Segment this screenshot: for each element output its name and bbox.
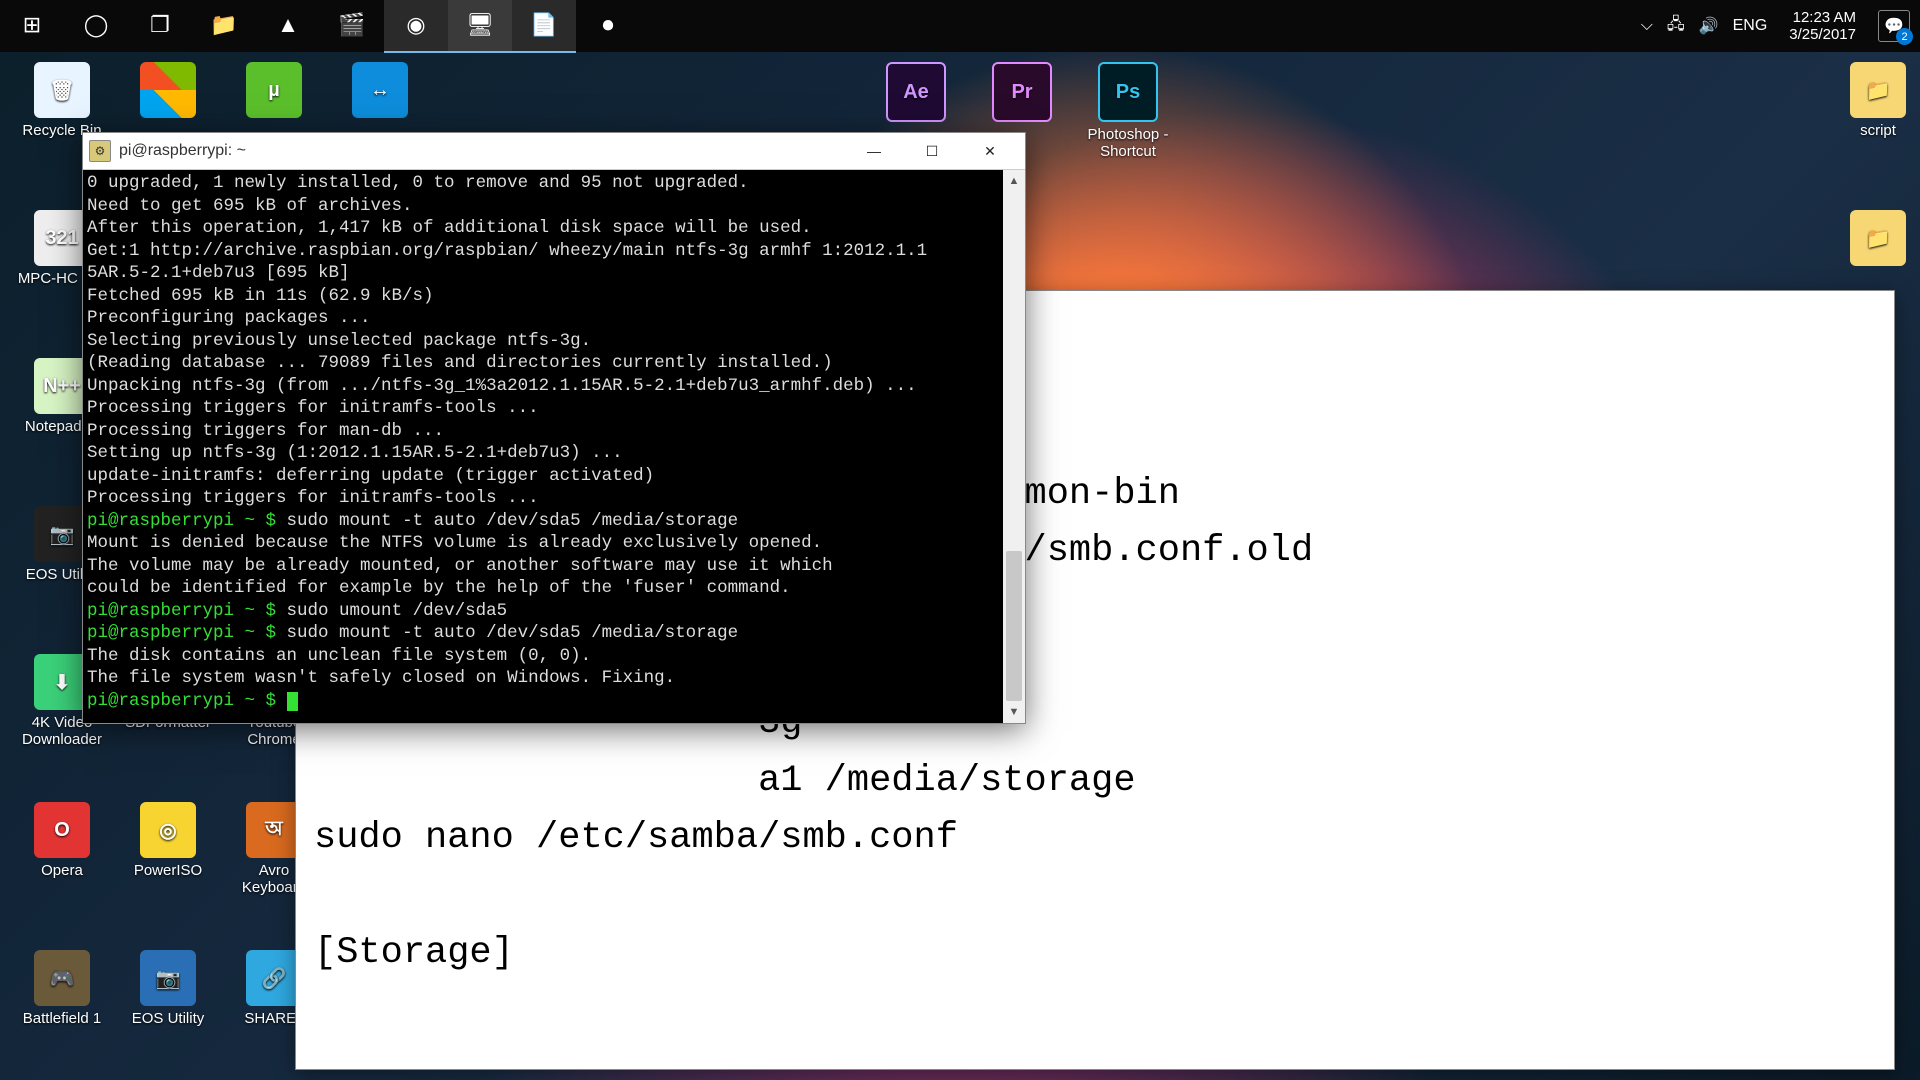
desktop-icon-utorrent[interactable]: µ	[226, 62, 322, 122]
putty-minimize-button[interactable]: —	[845, 134, 903, 168]
script-folder-icon: 📁	[1850, 62, 1906, 118]
desktop-icon-recycle-bin[interactable]: 🗑Recycle Bin	[14, 62, 110, 139]
terminal-line: update-initramfs: deferring update (trig…	[87, 465, 999, 488]
premiere-icon: Pr	[992, 62, 1052, 122]
desktop-icon-teamviewer[interactable]: ↔	[332, 62, 428, 122]
desktop-icon-photoshop[interactable]: Ps Photoshop - Shortcut	[1080, 62, 1176, 160]
battlefield1-label: Battlefield 1	[14, 1010, 110, 1027]
chrome-button[interactable]: ◉	[384, 0, 448, 53]
utorrent-icon: µ	[246, 62, 302, 118]
photoshop-label: Photoshop - Shortcut	[1080, 126, 1176, 160]
desktop-icon-premiere[interactable]: Pr	[974, 62, 1070, 126]
terminal-line: Unpacking ntfs-3g (from .../ntfs-3g_1%3a…	[87, 375, 999, 398]
teamviewer-icon: ↔	[352, 62, 408, 118]
terminal-line: Need to get 695 kB of archives.	[87, 195, 999, 218]
desktop-icon-opera[interactable]: O Opera	[14, 802, 110, 879]
clock-date: 3/25/2017	[1789, 26, 1856, 43]
script-folder-label: script	[1830, 122, 1920, 139]
terminal-line: The disk contains an unclean file system…	[87, 645, 999, 668]
desktop-icon-battlefield1[interactable]: 🎮 Battlefield 1	[14, 950, 110, 1027]
mpc-button[interactable]: 🎬	[320, 0, 384, 51]
shareit-icon: 🔗	[246, 950, 302, 1006]
language-indicator[interactable]: ENG	[1733, 17, 1768, 35]
scroll-thumb[interactable]	[1006, 551, 1022, 701]
terminal-line: pi@raspberrypi ~ $ sudo umount /dev/sda5	[87, 600, 999, 623]
terminal-line: Fetched 695 kB in 11s (62.9 kB/s)	[87, 285, 999, 308]
terminal-line: (Reading database ... 79089 files and di…	[87, 352, 999, 375]
scroll-up-arrow[interactable]: ▲	[1003, 170, 1025, 192]
network-icon[interactable]: 🖧	[1667, 13, 1685, 40]
terminal-line: Preconfiguring packages ...	[87, 307, 999, 330]
after-effects-icon: Ae	[886, 62, 946, 122]
volume-icon[interactable]: 🔊	[1699, 16, 1719, 36]
terminal-line: 0 upgraded, 1 newly installed, 0 to remo…	[87, 172, 999, 195]
taskbar-clock[interactable]: 12:23 AM 3/25/2017	[1781, 9, 1864, 43]
putty-title-text: pi@raspberrypi: ~	[119, 142, 246, 160]
desktop-icon-eos-utility-2[interactable]: 📷 EOS Utility	[120, 950, 216, 1027]
terminal-line: After this operation, 1,417 kB of additi…	[87, 217, 999, 240]
terminal-line: Selecting previously unselected package …	[87, 330, 999, 353]
start-button[interactable]: ⊞	[0, 0, 64, 51]
action-center-button[interactable]: 💬 2	[1878, 10, 1910, 42]
putty-window[interactable]: ⚙ pi@raspberrypi: ~ — ☐ ✕ 0 upgraded, 1 …	[82, 132, 1026, 724]
taskbar[interactable]: ⊞◯❐📁▲🎬◉🖥📄⏺ ⌵ 🖧 🔊 ENG 12:23 AM 3/25/2017 …	[0, 0, 1920, 52]
scroll-track[interactable]	[1003, 192, 1025, 701]
terminal-line: Mount is denied because the NTFS volume …	[87, 532, 999, 555]
recycle-bin-icon: 🗑	[34, 62, 90, 118]
terminal-line: could be identified for example by the h…	[87, 577, 999, 600]
terminal-line: Setting up ntfs-3g (1:2012.1.15AR.5-2.1+…	[87, 442, 999, 465]
terminal-line: Processing triggers for initramfs-tools …	[87, 397, 999, 420]
putty-close-button[interactable]: ✕	[961, 134, 1019, 168]
eos-utility-2-icon: 📷	[140, 950, 196, 1006]
explorer-button[interactable]: 📁	[192, 0, 256, 51]
putty-button[interactable]: 🖥	[448, 0, 512, 53]
clock-time: 12:23 AM	[1789, 9, 1856, 26]
taskview-button[interactable]: ❐	[128, 0, 192, 51]
terminal-scrollbar[interactable]: ▲ ▼	[1003, 170, 1025, 723]
desktop-icon-ms-tiles[interactable]	[120, 62, 216, 122]
vlc-button[interactable]: ▲	[256, 0, 320, 51]
terminal-line: pi@raspberrypi ~ $ sudo mount -t auto /d…	[87, 622, 999, 645]
terminal-line: pi@raspberrypi ~ $	[87, 690, 999, 713]
poweriso-icon: ◎	[140, 802, 196, 858]
terminal-line: pi@raspberrypi ~ $ sudo mount -t auto /d…	[87, 510, 999, 533]
desktop-icon-after-effects[interactable]: Ae	[868, 62, 964, 126]
putty-maximize-button[interactable]: ☐	[903, 134, 961, 168]
folder-2-icon: 📁	[1850, 210, 1906, 266]
cortana-button[interactable]: ◯	[64, 0, 128, 51]
scroll-down-arrow[interactable]: ▼	[1003, 701, 1025, 723]
terminal-line: Processing triggers for initramfs-tools …	[87, 487, 999, 510]
battlefield1-icon: 🎮	[34, 950, 90, 1006]
system-tray[interactable]: ⌵ 🖧 🔊 ENG 12:23 AM 3/25/2017 💬 2	[1631, 9, 1920, 43]
opera-label: Opera	[14, 862, 110, 879]
notepad-button[interactable]: 📄	[512, 0, 576, 53]
ms-tiles-icon	[140, 62, 196, 118]
desktop-icon-script-folder[interactable]: 📁 script	[1830, 62, 1920, 139]
tray-chevron-icon[interactable]: ⌵	[1641, 17, 1653, 35]
poweriso-label: PowerISO	[120, 862, 216, 879]
terminal-line: Get:1 http://archive.raspbian.org/raspbi…	[87, 240, 999, 263]
terminal-line: Processing triggers for man-db ...	[87, 420, 999, 443]
terminal-line: 5AR.5-2.1+deb7u3 [695 kB]	[87, 262, 999, 285]
avro-icon: অ	[246, 802, 302, 858]
notification-badge: 2	[1896, 28, 1913, 45]
eos-utility-2-label: EOS Utility	[120, 1010, 216, 1027]
putty-titlebar[interactable]: ⚙ pi@raspberrypi: ~ — ☐ ✕	[83, 133, 1025, 170]
terminal-line: The volume may be already mounted, or an…	[87, 555, 999, 578]
putty-icon: ⚙	[89, 140, 111, 162]
desktop-icon-poweriso[interactable]: ◎ PowerISO	[120, 802, 216, 879]
opera-icon: O	[34, 802, 90, 858]
photoshop-icon: Ps	[1098, 62, 1158, 122]
terminal-line: The file system wasn't safely closed on …	[87, 667, 999, 690]
terminal-output[interactable]: 0 upgraded, 1 newly installed, 0 to remo…	[83, 170, 1003, 723]
desktop-icon-folder-2[interactable]: 📁	[1830, 210, 1920, 270]
obs-button[interactable]: ⏺	[576, 0, 640, 51]
